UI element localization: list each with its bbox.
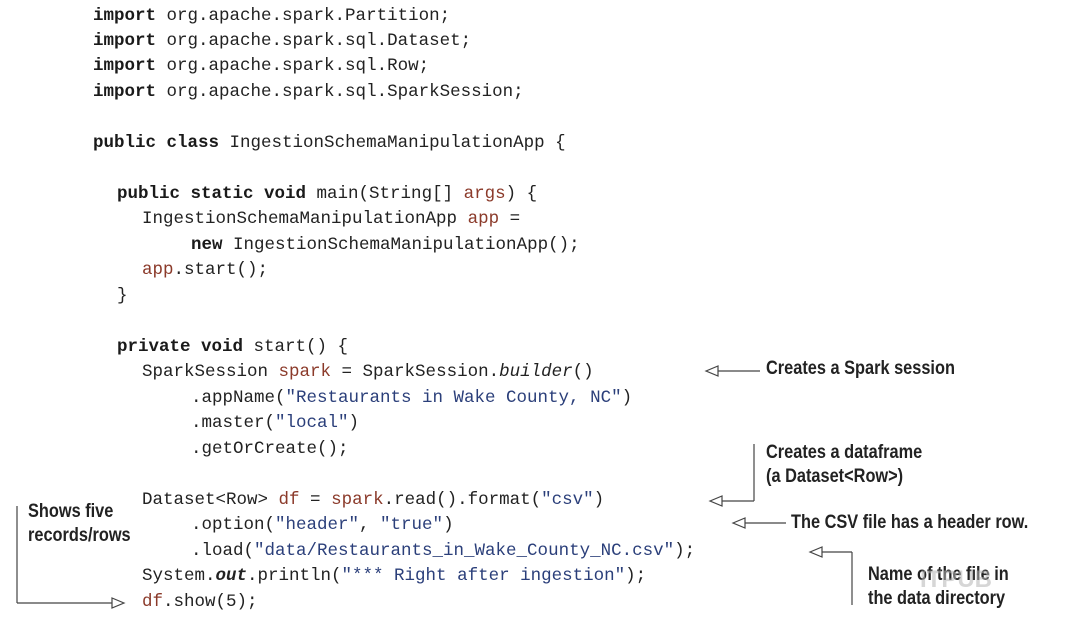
watermark: ITPUB: [920, 566, 992, 593]
arrow-head-icon: [808, 546, 823, 558]
arrow-head-icon: [704, 365, 719, 377]
arrow-head-icon: [111, 597, 126, 609]
arrow-head-icon: [731, 517, 746, 529]
annotation-arrows: [16, 365, 853, 609]
arrow-head-icon: [708, 495, 723, 507]
